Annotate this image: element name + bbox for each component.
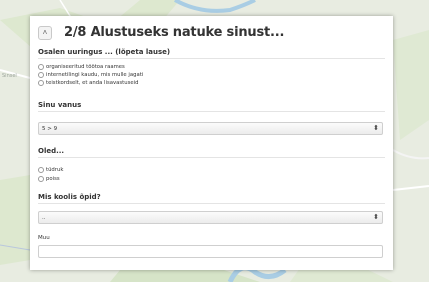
option-label: organiseeritud töötoa raames — [46, 64, 125, 70]
gender-option-boy[interactable]: poiss — [38, 176, 60, 182]
radio-button[interactable] — [38, 80, 44, 86]
divider — [38, 157, 385, 158]
other-school-label: Muu — [38, 235, 50, 241]
radio-button[interactable] — [38, 176, 44, 182]
gender-option-girl[interactable]: tüdruk — [38, 167, 63, 173]
school-select[interactable]: .. ⬍ — [38, 211, 383, 224]
radio-button[interactable] — [38, 167, 44, 173]
option-label: teistkordselt, et anda lisavastuseid — [46, 80, 139, 86]
radio-button[interactable] — [38, 72, 44, 78]
participation-option-3[interactable]: teistkordselt, et anda lisavastuseid — [38, 80, 138, 86]
divider — [38, 58, 385, 59]
age-select[interactable]: 5 > 9 ⬍ — [38, 122, 383, 135]
radio-button[interactable] — [38, 64, 44, 70]
option-label: internetilingi kaudu, mis mulle jagati — [46, 72, 144, 78]
age-select-value: 5 > 9 — [42, 126, 58, 132]
option-label: poiss — [46, 176, 60, 182]
select-arrows-icon: ⬍ — [373, 213, 379, 221]
question-gender-label: Oled... — [38, 147, 65, 155]
survey-panel: ˄ 2/8 Alustuseks natuke sinust... Osalen… — [30, 16, 393, 270]
chevron-up-icon[interactable]: ˄ — [38, 25, 52, 40]
option-label: tüdruk — [46, 167, 64, 173]
section-header: ˄ 2/8 Alustuseks natuke sinust... — [38, 25, 284, 40]
school-select-value: .. — [42, 215, 46, 221]
map-place-label: Sinsel — [2, 73, 17, 79]
other-school-input[interactable] — [38, 245, 383, 258]
question-age-label: Sinu vanus — [38, 101, 82, 109]
divider — [38, 203, 385, 204]
divider — [38, 111, 385, 112]
select-arrows-icon: ⬍ — [373, 124, 379, 132]
participation-option-1[interactable]: organiseeritud töötoa raames — [38, 64, 125, 70]
section-title: 2/8 Alustuseks natuke sinust... — [64, 25, 285, 40]
question-participation-label: Osalen uuringus ... (lõpeta lause) — [38, 48, 171, 56]
participation-option-2[interactable]: internetilingi kaudu, mis mulle jagati — [38, 72, 143, 78]
question-school-label: Mis koolis õpid? — [38, 193, 101, 201]
